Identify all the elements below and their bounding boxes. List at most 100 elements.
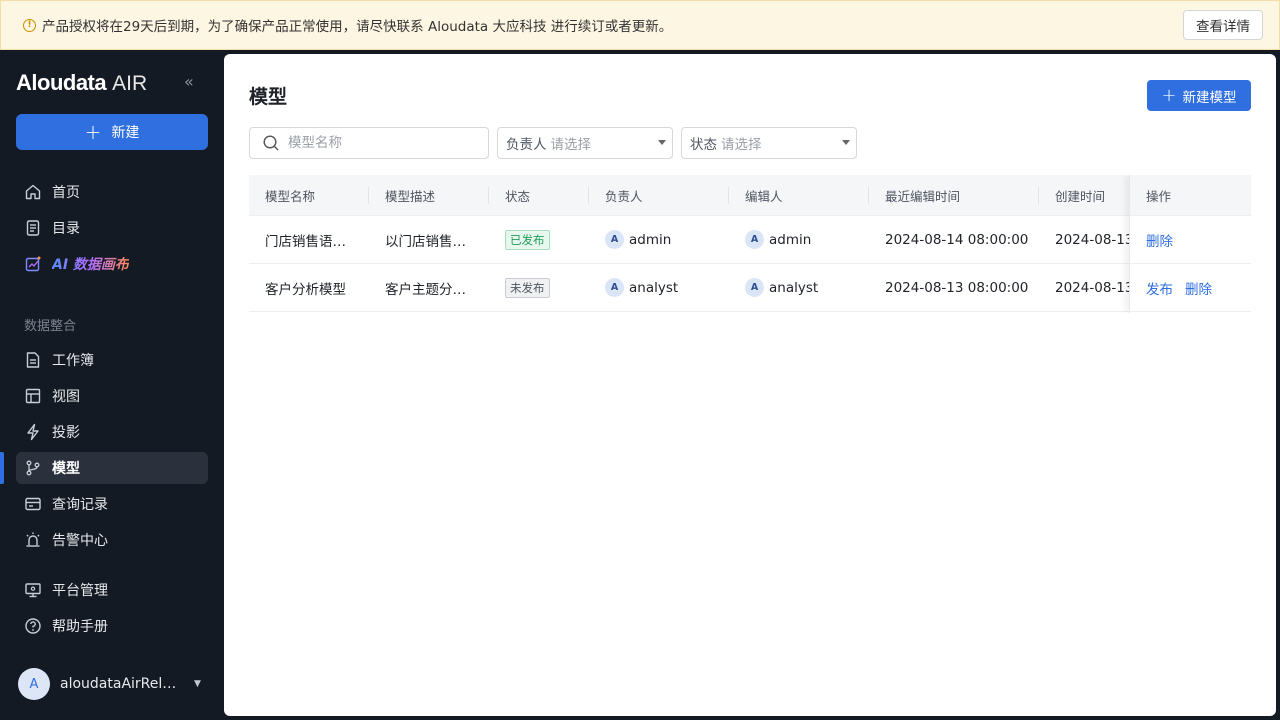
status-filter-select[interactable]: 状态 请选择 xyxy=(681,127,857,159)
cell-editor: Aanalyst xyxy=(745,264,818,311)
row-actions: 发布 删除 xyxy=(1130,264,1251,312)
sidebar-item-help[interactable]: 帮助手册 xyxy=(16,610,208,642)
new-button-label: 新建 xyxy=(111,125,140,141)
license-expiry-banner: ! 产品授权将在29天后到期，为了确保产品正常使用，请尽快联系 Aloudata… xyxy=(0,0,1280,50)
sidebar-item-ai-canvas[interactable]: AI 数据画布 xyxy=(16,248,208,280)
table-row[interactable]: 门店销售语义模型 以门店销售数据为主 已发布 Aadmin Aadmin 202… xyxy=(249,216,1251,264)
lightning-icon xyxy=(27,423,39,441)
avatar: A xyxy=(605,230,624,249)
sidebar-item-alarm-center[interactable]: 告警中心 xyxy=(16,524,208,556)
sidebar-item-catalog[interactable]: 目录 xyxy=(16,212,208,244)
sidebar-item-home[interactable]: 首页 xyxy=(16,176,208,208)
caret-down-icon xyxy=(658,140,666,145)
workbook-icon xyxy=(26,352,40,368)
sidebar-item-platform-admin[interactable]: 平台管理 xyxy=(16,574,208,606)
banner-text: 产品授权将在29天后到期，为了确保产品正常使用，请尽快联系 Aloudata 大… xyxy=(42,19,673,35)
sidebar-item-label: 首页 xyxy=(52,185,80,201)
model-name: 门店销售语义模型 xyxy=(265,233,355,250)
status-filter-placeholder: 请选择 xyxy=(721,137,762,153)
sidebar-item-label: 视图 xyxy=(52,389,80,405)
cell-name: 门店销售语义模型 xyxy=(265,216,355,263)
publish-link[interactable]: 发布 xyxy=(1146,278,1173,298)
delete-link[interactable]: 删除 xyxy=(1185,278,1212,298)
column-header-edited-time: 最近编辑时间 xyxy=(885,188,961,204)
delete-link[interactable]: 删除 xyxy=(1146,230,1173,250)
avatar: A xyxy=(18,668,50,700)
cell-desc: 客户主题分析模型 xyxy=(385,264,475,311)
help-icon xyxy=(25,618,41,634)
logo-main: Aloudata xyxy=(16,70,107,95)
user-name: aloudataAirRelease xyxy=(60,676,182,692)
editor-name: admin xyxy=(769,231,812,248)
owner-filter-placeholder: 请选择 xyxy=(550,137,592,153)
table-view-icon xyxy=(25,388,41,404)
user-menu[interactable]: A aloudataAirRelease ▼ xyxy=(18,668,210,700)
caret-down-icon: ▼ xyxy=(194,679,201,689)
column-header-owner: 负责人 xyxy=(605,188,643,204)
section-label-data-integration: 数据整合 xyxy=(24,319,77,334)
ai-canvas-icon xyxy=(25,256,41,272)
cell-edited-time: 2024-08-14 08:00:00 xyxy=(885,231,1029,248)
sidebar-item-label: 帮助手册 xyxy=(52,619,108,635)
owner-name: analyst xyxy=(629,279,679,296)
sidebar-item-label: 模型 xyxy=(52,461,80,477)
sidebar-item-projection[interactable]: 投影 xyxy=(16,416,208,448)
plus-icon: + xyxy=(1161,84,1177,106)
column-header-name: 模型名称 xyxy=(265,188,316,204)
logo-sub: AIR xyxy=(112,72,148,95)
sidebar-item-label: 告警中心 xyxy=(52,533,108,549)
query-record-icon xyxy=(25,497,41,511)
cell-owner: Aadmin xyxy=(605,216,671,263)
row-actions: 删除 xyxy=(1130,216,1251,264)
table-row[interactable]: 客户分析模型 客户主题分析模型 未发布 Aanalyst Aanalyst 20… xyxy=(249,264,1251,312)
editor-name: analyst xyxy=(769,279,819,296)
new-button[interactable]: + 新建 xyxy=(16,114,208,150)
alarm-icon xyxy=(26,532,40,547)
sidebar-item-label: AI 数据画布 xyxy=(52,254,129,274)
avatar: A xyxy=(745,230,764,249)
column-divider xyxy=(588,187,589,204)
new-model-button[interactable]: + 新建模型 xyxy=(1147,80,1251,111)
avatar: A xyxy=(605,278,624,297)
logo: Aloudata AIR xyxy=(16,70,147,96)
cell-edited-time: 2024-08-13 08:00:00 xyxy=(885,279,1029,296)
cell-owner: Aanalyst xyxy=(605,264,678,311)
sidebar-item-label: 工作簿 xyxy=(52,353,94,369)
sidebar-item-model[interactable]: 模型 xyxy=(16,452,208,484)
search-box[interactable] xyxy=(249,127,489,159)
column-header-desc: 模型描述 xyxy=(385,188,436,204)
sidebar-item-view[interactable]: 视图 xyxy=(16,380,208,412)
cell-status: 已发布 xyxy=(505,216,550,263)
plus-icon: + xyxy=(84,120,102,144)
sidebar-item-label: 投影 xyxy=(52,425,80,441)
status-filter-label: 状态 xyxy=(690,137,717,153)
main-panel: 模型 + 新建模型 负责人 请选择 状态 请选择 模型名称 模型描述 状态 负责… xyxy=(224,54,1276,716)
caret-down-icon xyxy=(842,140,850,145)
model-name: 客户分析模型 xyxy=(265,281,346,298)
sidebar-item-query-records[interactable]: 查询记录 xyxy=(16,488,208,520)
monitor-icon xyxy=(25,583,41,598)
column-divider xyxy=(728,187,729,204)
owner-name: admin xyxy=(629,231,672,248)
sidebar: Aloudata AIR « + 新建 首页 目录 AI 数据画布 数据整合 工… xyxy=(0,50,224,720)
view-details-button[interactable]: 查看详情 xyxy=(1183,10,1263,40)
models-table: 模型名称 模型描述 状态 负责人 编辑人 最近编辑时间 创建时间 门店销售语义模… xyxy=(249,175,1251,313)
avatar: A xyxy=(745,278,764,297)
table-header: 模型名称 模型描述 状态 负责人 编辑人 最近编辑时间 创建时间 xyxy=(249,175,1251,216)
status-badge: 未发布 xyxy=(505,277,550,298)
status-badge: 已发布 xyxy=(505,229,550,250)
cell-status: 未发布 xyxy=(505,264,550,311)
warning-circle-icon: ! xyxy=(23,18,36,32)
column-header-actions: 操作 xyxy=(1130,175,1251,216)
search-input[interactable] xyxy=(288,135,478,151)
sidebar-item-workbook[interactable]: 工作簿 xyxy=(16,344,208,376)
actions-column: 操作 删除 发布 删除 xyxy=(1129,175,1251,313)
owner-filter-label: 负责人 xyxy=(506,137,547,153)
catalog-icon xyxy=(26,220,40,236)
collapse-sidebar-icon[interactable]: « xyxy=(184,72,194,91)
owner-filter-select[interactable]: 负责人 请选择 xyxy=(497,127,673,159)
home-icon xyxy=(25,184,41,200)
model-desc: 客户主题分析模型 xyxy=(385,281,475,298)
sidebar-item-label: 查询记录 xyxy=(52,497,108,513)
model-branch-icon xyxy=(26,460,40,476)
